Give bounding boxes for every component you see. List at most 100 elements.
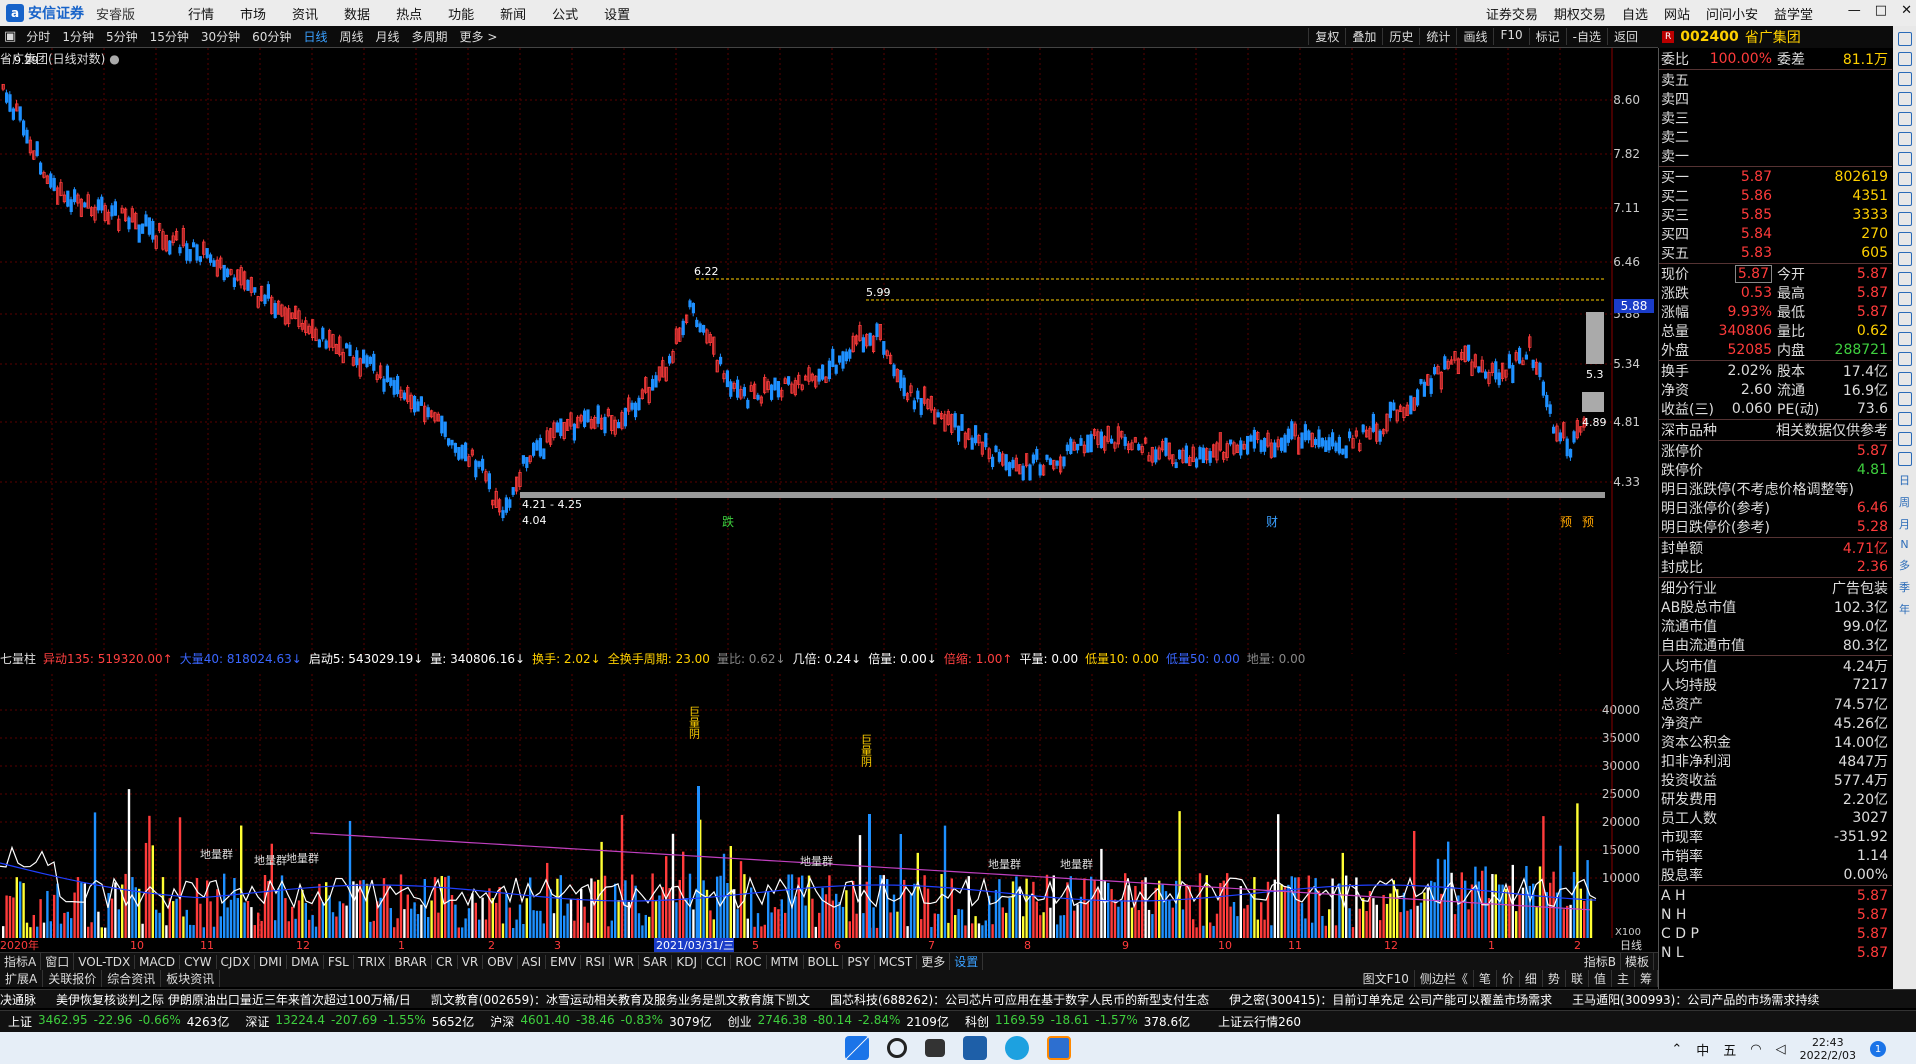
indicator-tab-10[interactable]: BRAR xyxy=(390,954,432,969)
news-ticker[interactable]: 决通脉 美伊恢复核谈判之际 伊朗原油出口量近三年来首次超过100万桶/日 凯文教育(… xyxy=(0,989,1916,1008)
side-period-4[interactable]: 多 xyxy=(1899,557,1910,573)
maximize-button[interactable]: □ xyxy=(1875,3,1887,18)
chart-tool-0[interactable]: 复权 xyxy=(1308,28,1345,45)
index-2[interactable]: 沪深 4601.40 -38.46 -0.83% 3079亿 xyxy=(482,1013,719,1030)
side-tool-icon[interactable] xyxy=(1897,212,1912,226)
indicator-tab-7[interactable]: DMA xyxy=(287,954,324,969)
tray-chevron-icon[interactable]: ⌃ xyxy=(1671,1042,1682,1057)
chart-tool-2[interactable]: 历史 xyxy=(1382,28,1419,45)
index-0[interactable]: 上证 3462.95 -22.96 -0.66% 4263亿 xyxy=(0,1013,237,1030)
side-period-2[interactable]: 月 xyxy=(1899,516,1910,532)
side-tool-icon[interactable] xyxy=(1897,52,1912,66)
sub-tab-0[interactable]: 扩展A xyxy=(0,970,44,987)
windows-start-icon[interactable] xyxy=(845,1036,869,1060)
sub-tab-1[interactable]: 关联报价 xyxy=(43,970,103,987)
ticker-item-1[interactable]: 美伊恢复核谈判之际 伊朗原油出口量近三年来首次超过100万桶/日 xyxy=(56,991,411,1008)
ime-mode-label[interactable]: 五 xyxy=(1723,1040,1736,1059)
indicator-tab-8[interactable]: FSL xyxy=(324,954,354,969)
chart-tool-8[interactable]: 返回 xyxy=(1606,28,1644,45)
indicator-tab-0[interactable]: 指标A xyxy=(0,953,42,970)
menu-right-1[interactable]: 期权交易 xyxy=(1546,4,1614,23)
indicator-tab-5[interactable]: CJDX xyxy=(217,954,255,969)
file-explorer-icon[interactable] xyxy=(963,1036,987,1060)
sub-right-0[interactable]: 图文F10 xyxy=(1358,970,1415,987)
sub-right-9[interactable]: 筹 xyxy=(1635,970,1658,987)
sub-right-2[interactable]: 笔 xyxy=(1474,970,1497,987)
task-view-icon[interactable] xyxy=(925,1039,945,1057)
period-tab-3[interactable]: 15分钟 xyxy=(144,28,195,45)
side-tool-icon[interactable] xyxy=(1897,392,1912,406)
side-tool-icon[interactable] xyxy=(1897,192,1912,206)
sub-right-1[interactable]: 侧边栏《 xyxy=(1415,970,1474,987)
menu-3[interactable]: 数据 xyxy=(331,4,383,23)
menu-right-5[interactable]: 益学堂 xyxy=(1766,4,1821,23)
period-tab-7[interactable]: 周线 xyxy=(333,28,369,45)
period-tab-0[interactable]: 分时 xyxy=(20,28,56,45)
indicator-tab-11[interactable]: CR xyxy=(432,954,458,969)
period-tab-8[interactable]: 月线 xyxy=(369,28,405,45)
period-tab-6[interactable]: 日线 xyxy=(297,28,333,45)
menu-2[interactable]: 资讯 xyxy=(279,4,331,23)
index-3[interactable]: 创业 2746.38 -80.14 -2.84% 2109亿 xyxy=(720,1013,957,1030)
indicator-tab-18[interactable]: SAR xyxy=(639,954,673,969)
side-tool-icon[interactable] xyxy=(1897,292,1912,306)
period-tab-5[interactable]: 60分钟 xyxy=(246,28,297,45)
index-extra[interactable]: 上证云行情260 xyxy=(1218,1013,1301,1030)
indicator-tab-17[interactable]: WR xyxy=(610,954,639,969)
side-tool-icon[interactable] xyxy=(1897,112,1912,126)
side-tool-icon[interactable] xyxy=(1897,272,1912,286)
indicator-tab-1[interactable]: 窗口 xyxy=(41,953,75,970)
side-tool-icon[interactable] xyxy=(1897,72,1912,86)
menu-1[interactable]: 市场 xyxy=(227,4,279,23)
indicator-tab-15[interactable]: EMV xyxy=(546,954,582,969)
period-tab-10[interactable]: 更多 > xyxy=(454,28,504,45)
kline-chart[interactable]: 8.60 7.82 7.11 6.46 5.88 5.34 4.81 4.33 5.88 6.22… xyxy=(0,48,1658,654)
sub-right-3[interactable]: 价 xyxy=(1497,970,1520,987)
side-period-1[interactable]: 周 xyxy=(1899,494,1910,510)
search-icon[interactable] xyxy=(887,1038,907,1058)
index-4[interactable]: 科创 1169.59 -18.61 -1.57% 378.6亿 xyxy=(957,1013,1198,1030)
wifi-icon[interactable]: ◠ xyxy=(1750,1042,1761,1057)
menu-right-0[interactable]: 证券交易 xyxy=(1478,4,1546,23)
sub-tab-3[interactable]: 板块资讯 xyxy=(161,970,221,987)
side-period-0[interactable]: 日 xyxy=(1899,472,1910,488)
indicator-tab-2[interactable]: VOL-TDX xyxy=(74,954,136,969)
side-tool-icon[interactable] xyxy=(1897,372,1912,386)
sub-right-4[interactable]: 细 xyxy=(1520,970,1543,987)
chart-tool-3[interactable]: 统计 xyxy=(1419,28,1456,45)
indicator-tab-19[interactable]: KDJ xyxy=(672,954,703,969)
volume-indicator-name[interactable]: 七量柱 xyxy=(0,650,36,667)
side-tool-icon[interactable] xyxy=(1897,252,1912,266)
indicator-tab-27[interactable]: 设置 xyxy=(950,953,984,970)
indicator-tab-6[interactable]: DMI xyxy=(255,954,288,969)
indicator-tab-26[interactable]: 更多 xyxy=(917,953,951,970)
ime-label[interactable]: 中 xyxy=(1696,1040,1709,1059)
menu-right-2[interactable]: 自选 xyxy=(1614,4,1656,23)
menu-8[interactable]: 设置 xyxy=(591,4,643,23)
clock[interactable]: 22:43 2022/2/03 xyxy=(1800,1036,1856,1062)
close-button[interactable]: ✕ xyxy=(1901,3,1912,18)
ticker-item-3[interactable]: 国芯科技(688262)：公司芯片可应用在基于数字人民币的新型支付生态 xyxy=(830,991,1209,1008)
menu-7[interactable]: 公式 xyxy=(539,4,591,23)
indicator-right-1[interactable]: 模板 xyxy=(1621,953,1654,970)
sub-tab-2[interactable]: 综合资讯 xyxy=(102,970,162,987)
indicator-tab-21[interactable]: ROC xyxy=(731,954,767,969)
indicator-tab-9[interactable]: TRIX xyxy=(354,954,391,969)
settings-icon[interactable]: ● xyxy=(109,52,119,66)
side-tool-icon[interactable] xyxy=(1897,432,1912,446)
side-tool-icon[interactable] xyxy=(1897,332,1912,346)
side-tool-icon[interactable] xyxy=(1897,152,1912,166)
period-tab-9[interactable]: 多周期 xyxy=(405,28,453,45)
menu-6[interactable]: 新闻 xyxy=(487,4,539,23)
side-tool-icon[interactable] xyxy=(1897,92,1912,106)
notification-icon[interactable]: 1 xyxy=(1870,1041,1886,1057)
chart-tool-6[interactable]: 标记 xyxy=(1528,28,1566,45)
ticker-item-5[interactable]: 王马遁阳(300993)：公司产品的市场需求持续 xyxy=(1572,991,1819,1008)
minimize-button[interactable]: — xyxy=(1848,3,1861,18)
indicator-tab-3[interactable]: MACD xyxy=(135,954,181,969)
period-tab-2[interactable]: 5分钟 xyxy=(100,28,144,45)
side-period-5[interactable]: 季 xyxy=(1899,579,1910,595)
menu-5[interactable]: 功能 xyxy=(435,4,487,23)
side-period-6[interactable]: 年 xyxy=(1899,601,1910,617)
indicator-tab-16[interactable]: RSI xyxy=(581,954,610,969)
